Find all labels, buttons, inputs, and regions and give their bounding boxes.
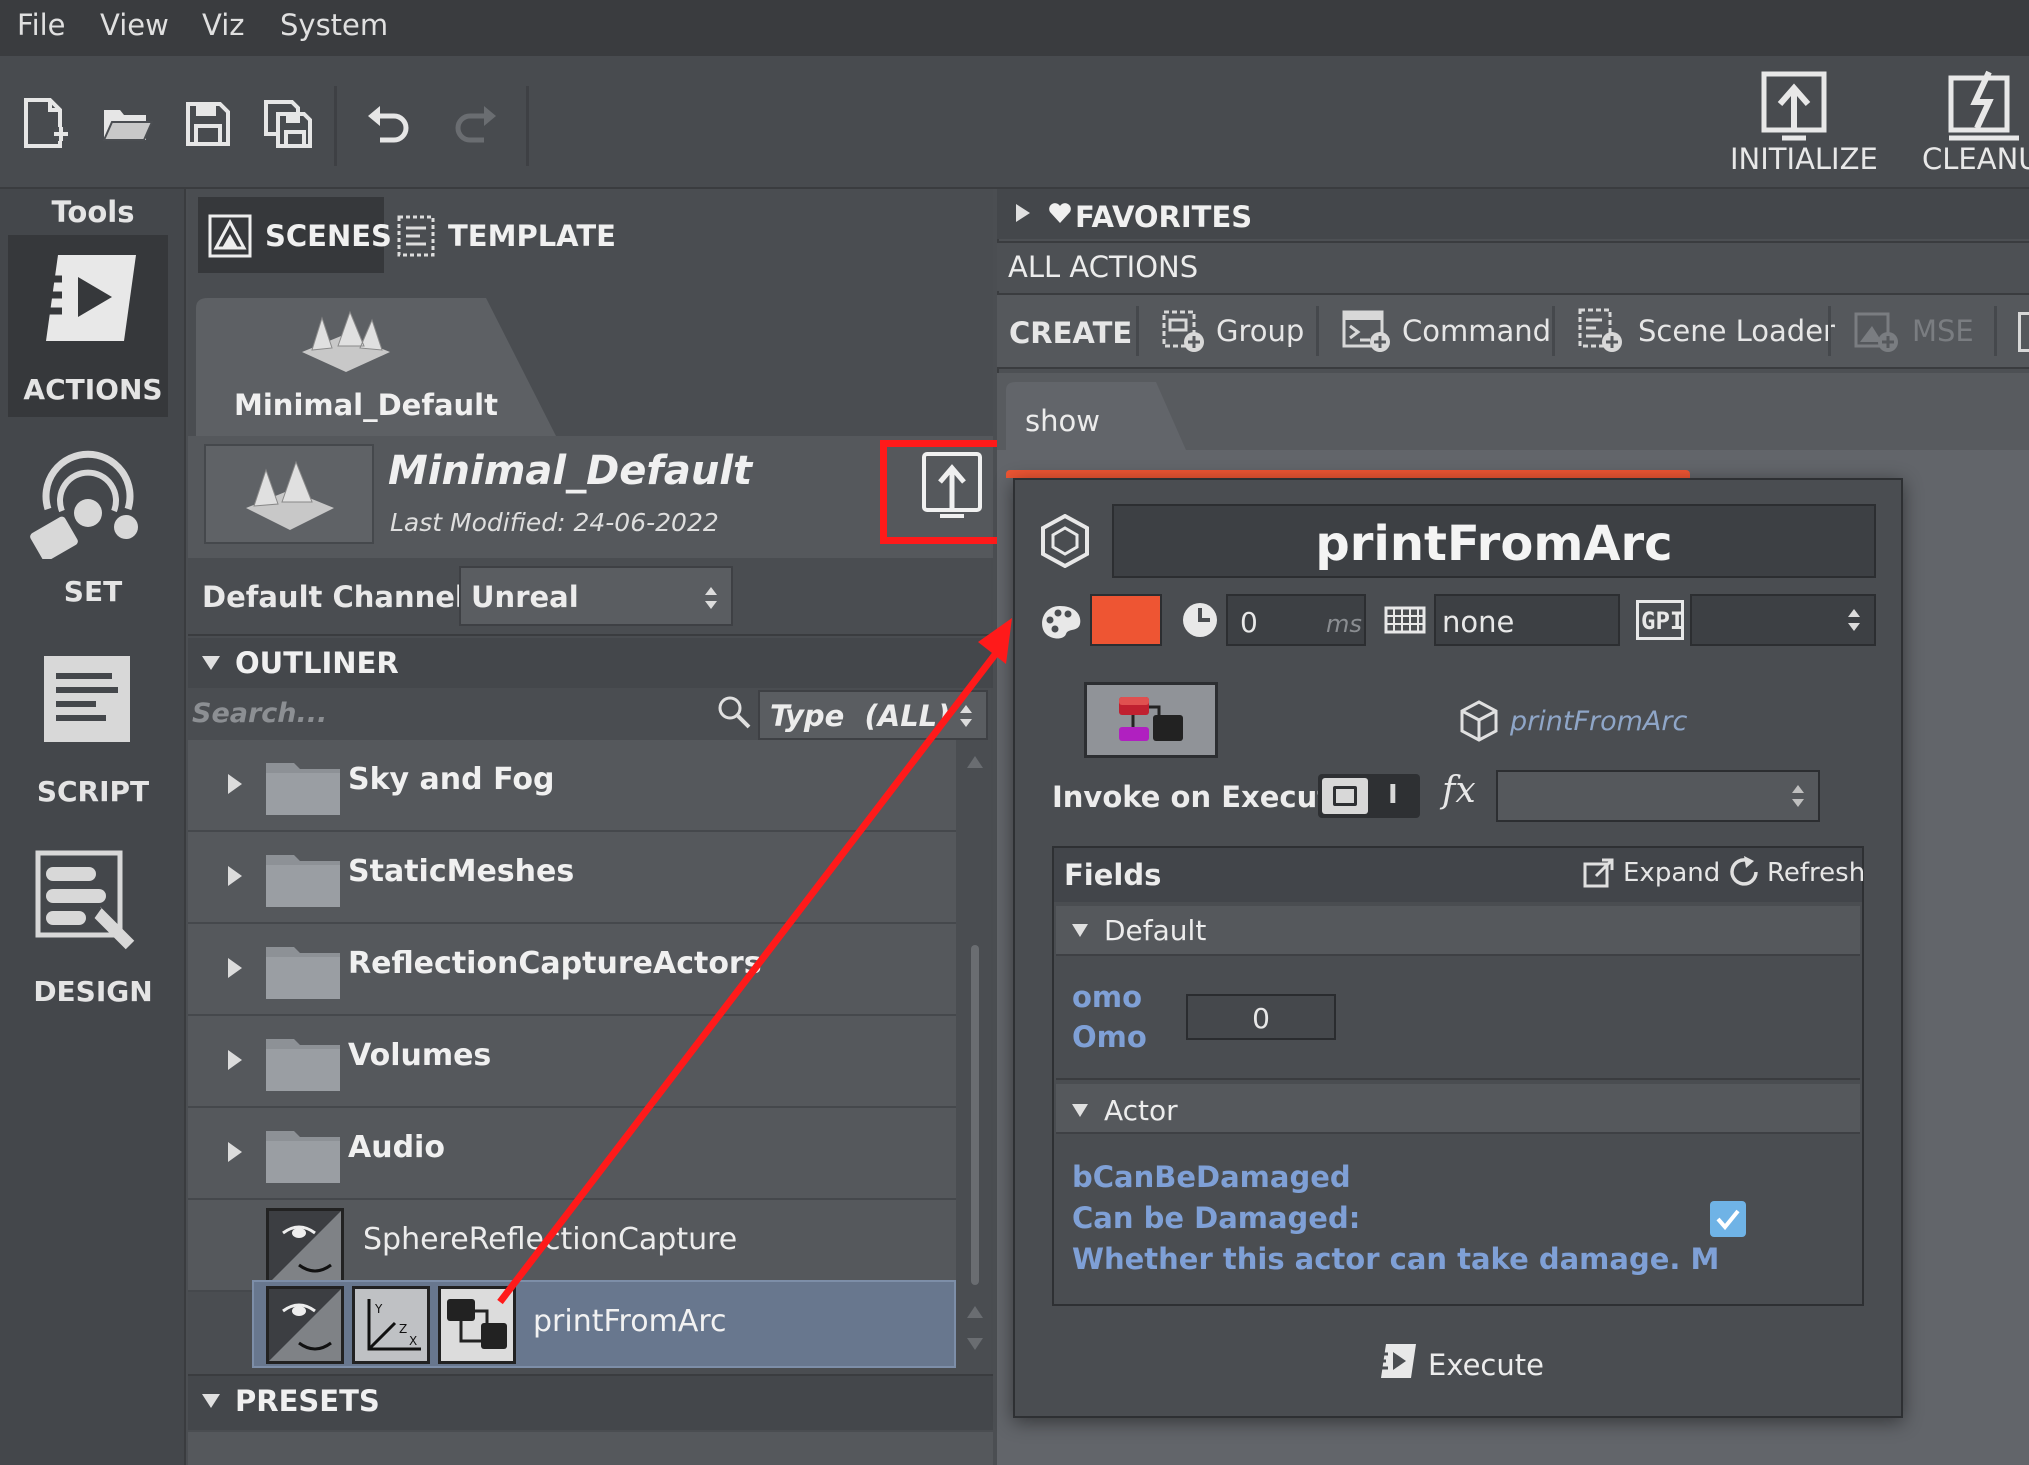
- annotation-arrow: [497, 618, 1012, 1305]
